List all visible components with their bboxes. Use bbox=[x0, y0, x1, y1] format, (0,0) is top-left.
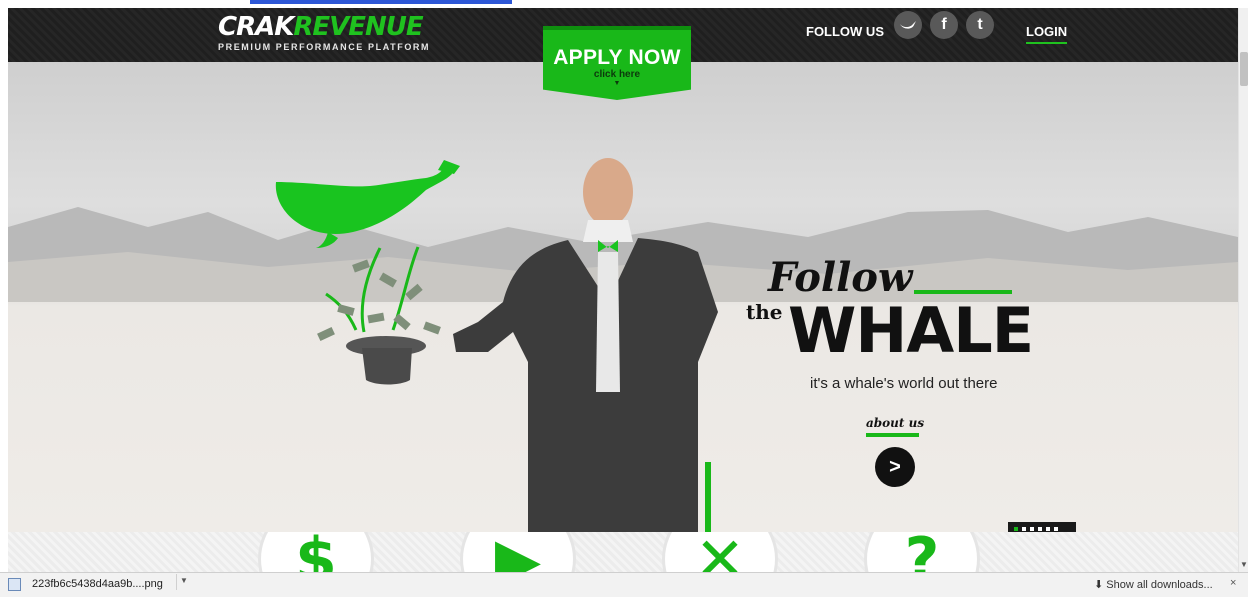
close-download-bar-icon[interactable]: × bbox=[1230, 577, 1236, 589]
about-us-arrow-button[interactable]: > bbox=[875, 447, 915, 487]
about-us-link[interactable]: about us bbox=[866, 416, 924, 430]
question-icon: ? bbox=[904, 532, 940, 572]
logo-wordmark: CRAKREVENUE bbox=[218, 12, 424, 42]
show-all-downloads-link[interactable]: ⬇ Show all downloads... bbox=[1094, 578, 1213, 591]
scroll-down-arrow-icon[interactable]: ▼ bbox=[1240, 560, 1248, 569]
dollar-icon: $ bbox=[295, 532, 337, 572]
vertical-scrollbar[interactable]: ▼ bbox=[1238, 8, 1248, 572]
feature-faq[interactable]: ? bbox=[867, 532, 977, 572]
slider-dot[interactable] bbox=[1030, 527, 1034, 531]
apply-ribbon-top bbox=[543, 26, 691, 30]
whale-social-icon[interactable] bbox=[894, 11, 922, 39]
feature-tools[interactable]: ✕ bbox=[665, 532, 775, 572]
download-options-caret[interactable]: ▼ bbox=[176, 574, 191, 590]
slider-dot[interactable] bbox=[1046, 527, 1050, 531]
apply-now-button[interactable]: APPLY NOW click here ▼ bbox=[543, 26, 691, 100]
slider-dot[interactable] bbox=[1038, 527, 1042, 531]
apply-now-label: APPLY NOW bbox=[553, 46, 681, 69]
top-hat bbox=[346, 336, 426, 385]
highlighted-link[interactable] bbox=[250, 0, 512, 4]
feature-media[interactable]: ▶ bbox=[463, 532, 573, 572]
feature-payout[interactable]: $ bbox=[261, 532, 371, 572]
tools-icon: ✕ bbox=[694, 532, 746, 572]
crakrevenue-logo[interactable]: CRAKREVENUE PREMIUM PERFORMANCE PLATFORM bbox=[218, 12, 430, 52]
whale-icon bbox=[900, 21, 916, 29]
slider-dot[interactable] bbox=[1022, 527, 1026, 531]
man-figure bbox=[453, 158, 718, 532]
hero-scene bbox=[8, 158, 1238, 532]
features-band: $ ▶ ✕ ? bbox=[8, 532, 1238, 572]
slider-dot[interactable] bbox=[1054, 527, 1058, 531]
caret-down-icon: ▼ bbox=[613, 80, 621, 87]
tumblr-icon[interactable]: t bbox=[966, 11, 994, 39]
download-file-name[interactable]: 223fb6c5438d4aa9b....png bbox=[32, 578, 163, 590]
login-link[interactable]: LOGIN bbox=[1026, 24, 1068, 44]
hero-the-text: the bbox=[746, 300, 783, 324]
browser-top-strip bbox=[0, 0, 1248, 8]
logo-tagline: PREMIUM PERFORMANCE PLATFORM bbox=[218, 42, 431, 52]
slider-dot[interactable] bbox=[1014, 527, 1018, 531]
apply-click-here: click here bbox=[593, 69, 641, 80]
facebook-icon[interactable]: f bbox=[930, 11, 958, 39]
about-us-underline bbox=[866, 433, 919, 437]
image-file-icon bbox=[8, 578, 21, 591]
play-icon: ▶ bbox=[494, 532, 542, 572]
hero-banner: Follow the WHALE it's a whale's world ou… bbox=[8, 62, 1238, 532]
follow-us-label: FOLLOW US bbox=[806, 24, 884, 39]
chevron-right-icon: > bbox=[889, 455, 901, 478]
hero-tagline: it's a whale's world out there bbox=[810, 375, 998, 392]
download-bar: 223fb6c5438d4aa9b....png ▼ ⬇ Show all do… bbox=[0, 572, 1248, 597]
scrollbar-thumb[interactable] bbox=[1240, 52, 1248, 86]
hero-whale-text: WHALE bbox=[788, 294, 1034, 367]
